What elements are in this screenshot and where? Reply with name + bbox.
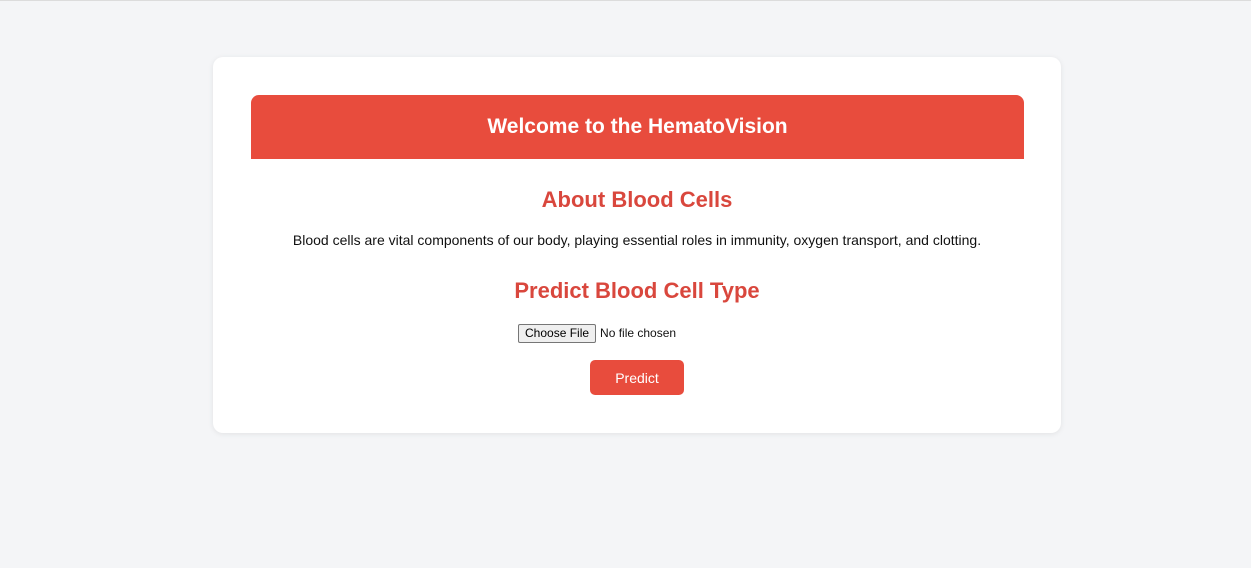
file-input[interactable]: Choose File No file chosen bbox=[518, 323, 676, 343]
predict-button[interactable]: Predict bbox=[590, 360, 684, 395]
page-header: Welcome to the HematoVision bbox=[251, 95, 1024, 159]
about-description: Blood cells are vital components of our … bbox=[292, 232, 982, 248]
top-border bbox=[0, 0, 1251, 1]
main-card: Welcome to the HematoVision About Blood … bbox=[213, 57, 1061, 433]
predict-section-title: Predict Blood Cell Type bbox=[514, 278, 760, 303]
file-status-label: No file chosen bbox=[600, 326, 677, 340]
page-title: Welcome to the HematoVision bbox=[487, 115, 788, 138]
about-section-title: About Blood Cells bbox=[541, 187, 733, 212]
choose-file-button[interactable]: Choose File bbox=[518, 323, 597, 343]
